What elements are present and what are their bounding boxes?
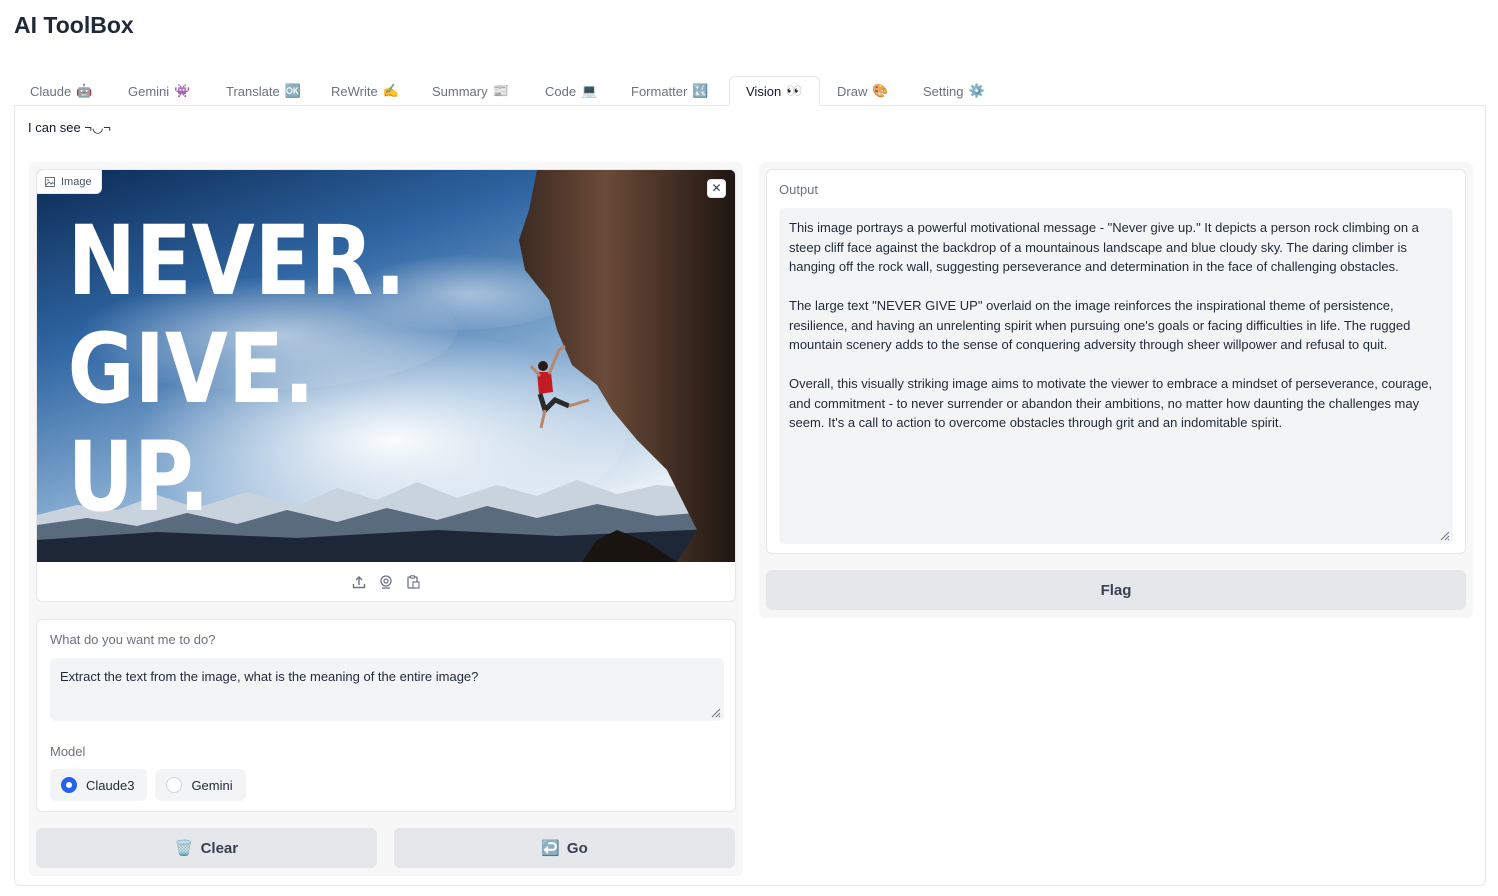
model-option-claude3[interactable]: Claude3 [50,769,148,801]
ok-button-icon: 🆗 [284,83,301,98]
output-paragraph: Overall, this visually striking image ai… [789,376,1433,430]
model-option-gemini[interactable]: Gemini [155,769,246,801]
resize-handle-icon[interactable] [1438,529,1450,541]
tab-translate[interactable]: Translate 🆗 [210,76,317,106]
tab-formatter[interactable]: Formatter 🔣 [615,76,725,106]
tab-label: ReWrite [331,83,378,99]
output-paragraph: This image portrays a powerful motivatio… [789,220,1419,274]
gear-icon: ⚙️ [968,83,985,98]
flag-button[interactable]: Flag [766,570,1466,610]
image-icon [45,176,55,187]
tab-gemini[interactable]: Gemini 👾 [112,76,206,106]
return-arrow-icon: ↩️ [541,840,560,857]
model-label: Model [50,744,86,759]
prompt-form: What do you want me to do? Extract the t… [36,619,736,812]
prompt-textarea[interactable]: Extract the text from the image, what is… [50,658,724,721]
vision-panel: I can see ¬◡¬ Image ✕ NEVER. GIVE. UP. W… [14,105,1486,886]
trash-icon: 🗑️ [174,840,194,857]
alien-monster-icon: 👾 [174,83,191,98]
eyes-icon: 👀 [786,83,803,98]
resize-handle-icon[interactable] [709,706,721,718]
tab-summary[interactable]: Summary 📰 [416,76,525,106]
writing-hand-icon: ✍️ [382,83,399,98]
svg-text:UP.: UP. [68,422,210,534]
robot-icon: 🤖 [76,83,93,98]
uploaded-image: NEVER. GIVE. UP. [37,170,735,562]
tab-label: Setting [923,83,964,99]
webcam-icon[interactable] [378,574,394,590]
tab-label: Code [545,83,577,99]
tab-rewrite[interactable]: ReWrite ✍️ [315,76,415,106]
tab-label: Summary [432,83,488,99]
tab-bar: Claude 🤖 Gemini 👾 Translate 🆗 ReWrite ✍️… [14,76,1486,106]
output-column: Output This image portrays a powerful mo… [759,162,1473,618]
tab-label: Formatter [631,83,688,99]
laptop-icon: 💻 [581,83,598,98]
model-radio-group: Claude3 Gemini [50,769,246,801]
image-source-toolbar [37,570,735,594]
clear-button[interactable]: 🗑️ Clear [36,828,377,868]
output-paragraph: The large text "NEVER GIVE UP" overlaid … [789,298,1411,352]
symbols-icon: 🔣 [692,83,709,98]
tab-label: Translate [226,83,280,99]
vision-description: I can see ¬◡¬ [28,120,111,135]
tab-vision[interactable]: Vision 👀 [729,76,820,106]
newspaper-icon: 📰 [492,83,509,98]
palette-icon: 🎨 [872,83,889,98]
image-input[interactable]: Image ✕ NEVER. GIVE. UP. [36,169,736,602]
tab-label: Vision [746,83,782,99]
input-column: Image ✕ NEVER. GIVE. UP. What do you wan… [29,162,743,876]
app-title: AI ToolBox [14,12,134,38]
tab-draw[interactable]: Draw 🎨 [821,76,905,106]
tab-setting[interactable]: Setting ⚙️ [907,76,1001,106]
tab-claude[interactable]: Claude 🤖 [14,76,108,106]
tab-label: Gemini [128,83,170,99]
tab-code[interactable]: Code 💻 [529,76,613,106]
go-button[interactable]: ↩️ Go [394,828,735,868]
output-box: Output This image portrays a powerful mo… [766,169,1466,554]
image-label: Image [37,170,102,194]
output-textarea[interactable]: This image portrays a powerful motivatio… [779,208,1453,544]
svg-text:NEVER.: NEVER. [68,206,406,318]
prompt-label: What do you want me to do? [50,632,216,647]
remove-image-button[interactable]: ✕ [707,179,726,198]
svg-text:GIVE.: GIVE. [68,314,315,426]
clipboard-icon[interactable] [405,574,421,590]
tab-label: Draw [837,83,868,99]
radio-selected-icon [61,777,77,793]
tab-label: Claude [30,83,72,99]
output-label: Output [779,182,819,197]
radio-unselected-icon [166,777,183,793]
upload-icon[interactable] [351,574,367,590]
prompt-value: Extract the text from the image, what is… [60,669,479,684]
